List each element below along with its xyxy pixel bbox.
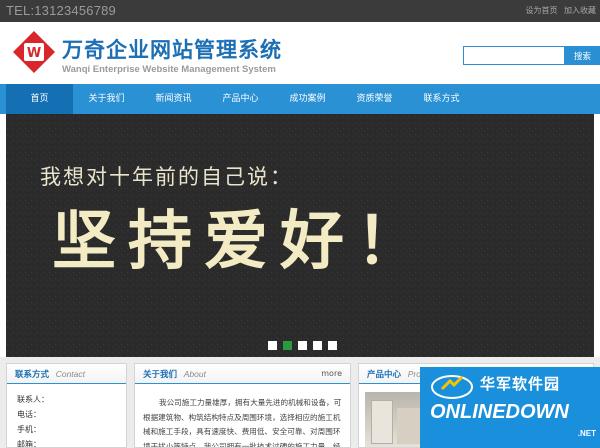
top-links: 设为首页 加入收藏 [521,5,596,16]
set-homepage-link[interactable]: 设为首页 [525,6,557,15]
slider-dot-5[interactable] [328,341,337,350]
contact-phone-row: 电话： [17,410,41,419]
contact-panel-header: 联系方式 Contact [7,364,126,384]
nav-item-cases[interactable]: 成功案例 [274,84,341,114]
contact-mobile-row: 手机： [17,425,41,434]
about-text: 我公司施工力量雄厚，拥有大量先进的机械和设备，可根据建筑物、构筑结构特点及周围环… [143,398,342,448]
watermark-english-text: ONLINEDOWN [430,401,569,423]
contact-list: 联系人： 电话： 手机： 邮箱： [7,384,126,448]
products-panel-title: 产品中心 [367,370,402,380]
nav-item-home[interactable]: 首页 [6,84,73,114]
add-favorite-link[interactable]: 加入收藏 [564,6,596,15]
about-panel-header: 关于我们 About more [135,364,350,384]
site-header: W 万奇企业网站管理系统 Wanqi Enterprise Website Ma… [0,22,600,84]
about-panel-title: 关于我们 [143,370,178,380]
contact-email-row: 邮箱： [17,440,41,448]
contact-panel-subtitle: Contact [55,369,86,379]
product-thumbnail[interactable] [365,392,425,447]
search-input[interactable] [463,46,565,65]
watermark-domain-text: .NET [577,429,596,438]
banner-line-2: 坚持爱好！ [52,205,432,279]
site-title: 万奇企业网站管理系统 [62,38,282,62]
hero-banner[interactable]: 我想对十年前的自己说： 坚持爱好！ [6,114,594,357]
nav-item-news[interactable]: 新闻资讯 [140,84,207,114]
product-cabinet-shape [397,408,421,444]
onlinedown-watermark: 华军软件园 ONLINEDOWN .NET [420,367,600,448]
watermark-chinese-text: 华军软件园 [480,375,561,393]
nav-item-contact[interactable]: 联系方式 [408,84,475,114]
main-nav: 首页 关于我们 新闻资讯 产品中心 成功案例 资质荣誉 联系方式 [0,84,600,114]
about-panel-subtitle: About [183,369,206,379]
w-logo-icon[interactable]: W [12,30,56,74]
slider-dot-2[interactable] [283,341,292,350]
slider-dot-4[interactable] [313,341,322,350]
contact-panel-title: 联系方式 [15,370,50,380]
slider-dot-1[interactable] [268,341,277,350]
nav-item-about[interactable]: 关于我们 [73,84,140,114]
nav-item-products[interactable]: 产品中心 [207,84,274,114]
banner-line-1: 我想对十年前的自己说： [40,165,293,189]
nav-item-honors[interactable]: 资质荣誉 [341,84,408,114]
search-button[interactable]: 搜索 [565,46,600,65]
products-panel-subtitle: Pro [407,369,421,379]
svg-text:W: W [27,46,41,61]
about-more-link[interactable]: more [321,364,342,384]
top-bar: TEL:13123456789 设为首页 加入收藏 [0,0,600,22]
about-panel: 关于我们 About more 我公司施工力量雄厚，拥有大量先进的机械和设备，可… [134,363,351,448]
contact-panel: 联系方式 Contact 联系人： 电话： 手机： 邮箱： [6,363,127,448]
telephone-text: TEL:13123456789 [6,3,116,18]
contact-person-row: 联系人： [17,395,49,404]
site-subtitle: Wanqi Enterprise Website Management Syst… [62,64,276,75]
product-shelf-shape [371,400,393,444]
slider-dot-3[interactable] [298,341,307,350]
watermark-logo-icon [431,375,473,399]
slider-dots [268,341,343,350]
